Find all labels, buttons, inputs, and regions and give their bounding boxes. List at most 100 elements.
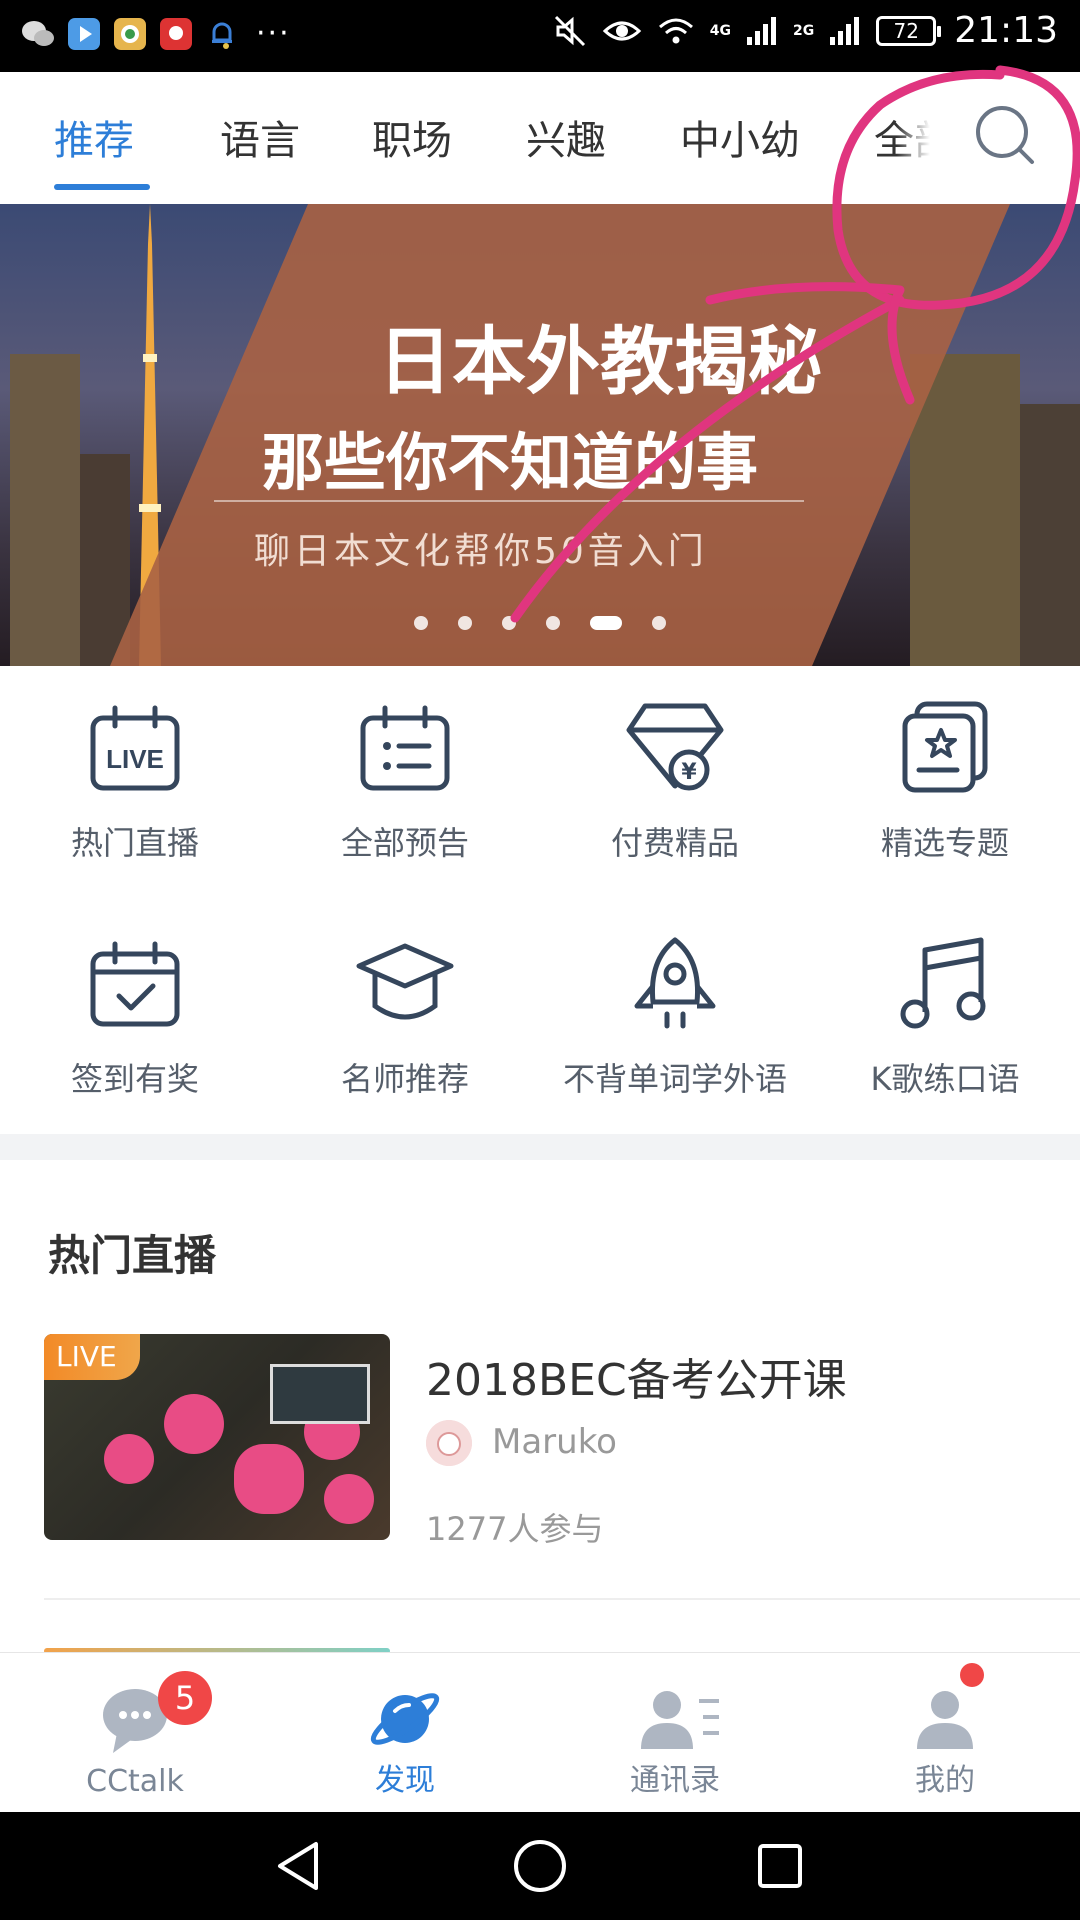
feature-label: 名师推荐 <box>340 1060 469 1098</box>
tab-recommended[interactable]: 推荐 <box>54 108 134 166</box>
feature-all-previews[interactable]: 全部预告 <box>270 700 540 864</box>
promo-banner[interactable]: 日本外教揭秘 那些你不知道的事 聊日本文化帮你50音入门 <box>0 204 1080 666</box>
music-note-icon <box>900 937 986 1029</box>
mute-icon <box>554 15 585 46</box>
feature-famous-teachers[interactable]: 名师推荐 <box>270 936 540 1100</box>
feature-label: 签到有奖 <box>70 1060 199 1098</box>
feature-label: 热门直播 <box>70 824 199 862</box>
banner-caption: 聊日本文化帮你50音入门 <box>254 531 708 572</box>
unread-badge: 5 <box>158 1671 212 1725</box>
section-title-hot-live: 热门直播 <box>48 1231 217 1280</box>
status-indicators: 4G 2G 72 21:13 <box>552 10 1058 51</box>
feature-label: K歌练口语 <box>870 1060 1020 1098</box>
carousel-dot[interactable] <box>652 616 666 630</box>
live-thumbnail[interactable]: LIVE <box>44 1334 390 1540</box>
carousel-indicator <box>0 616 1080 630</box>
schedule-icon <box>360 705 450 791</box>
carousel-dot[interactable] <box>502 616 516 630</box>
tab-language[interactable]: 语言 <box>220 108 300 166</box>
battery-indicator: 72 <box>876 15 942 46</box>
feature-label: 付费精品 <box>610 824 739 862</box>
bottom-navigation: 5 CCtalk 发现 通讯录 我的 <box>0 1652 1080 1812</box>
carousel-dot[interactable] <box>414 616 428 630</box>
notification-dot <box>960 1663 984 1687</box>
contacts-icon <box>641 1691 719 1749</box>
svg-text:LIVE: LIVE <box>106 744 164 774</box>
tab-career[interactable]: 职场 <box>372 108 452 166</box>
checkin-calendar-icon <box>90 941 180 1027</box>
live-calendar-icon: LIVE <box>90 705 180 791</box>
rocket-icon <box>634 937 716 1029</box>
signal-icon-1 <box>747 16 777 45</box>
network-2g: 2G <box>793 22 815 39</box>
profile-icon <box>917 1691 973 1749</box>
tab-all[interactable]: 全部 <box>874 108 930 166</box>
nav-label: 发现 <box>375 1763 435 1798</box>
svg-text:¥: ¥ <box>681 760 697 785</box>
video-app-icon <box>68 18 100 50</box>
screen: ··· 4G 2G 72 21:13 推荐 语言 职场 兴趣 中小幼 全 日本外… <box>0 0 1080 1920</box>
home-icon[interactable] <box>510 1836 570 1896</box>
live-badge: LIVE <box>44 1334 140 1380</box>
live-author: Maruko <box>492 1422 617 1462</box>
system-navigation-bar <box>0 1812 1080 1920</box>
feature-hot-live[interactable]: LIVE 热门直播 <box>0 700 270 864</box>
carousel-dot[interactable] <box>546 616 560 630</box>
notification-icons: ··· <box>20 16 291 52</box>
banner-divider <box>214 500 804 502</box>
nav-label: 我的 <box>915 1763 975 1798</box>
nav-discover[interactable]: 发现 <box>270 1653 540 1813</box>
feature-label: 精选专题 <box>880 824 1009 862</box>
status-bar: ··· 4G 2G 72 21:13 <box>0 0 1080 72</box>
flower <box>104 1434 154 1484</box>
feature-grid: LIVE 热门直播 全部预告 ¥ 付费精品 精选专题 签到有奖 名师推荐 不背单… <box>0 666 1080 1134</box>
wechat-icon <box>22 21 54 46</box>
category-tabs: 推荐 语言 职场 兴趣 中小幼 全部 <box>0 72 1080 204</box>
bell-app-icon <box>212 22 232 49</box>
flower <box>234 1444 304 1514</box>
feature-checkin-rewards[interactable]: 签到有奖 <box>0 936 270 1100</box>
thumbnail-sign <box>270 1364 370 1424</box>
network-4g: 4G <box>709 22 732 39</box>
live-title[interactable]: 2018BEC备考公开课 <box>426 1344 847 1408</box>
tab-interest[interactable]: 兴趣 <box>526 108 606 166</box>
feature-selected-topics[interactable]: 精选专题 <box>810 700 1080 864</box>
recents-icon[interactable] <box>750 1836 810 1896</box>
flower <box>164 1394 224 1454</box>
more-notifications: ··· <box>256 16 291 51</box>
signal-icon-2 <box>830 16 860 45</box>
nav-contacts[interactable]: 通讯录 <box>540 1653 810 1813</box>
carousel-dot[interactable] <box>458 616 472 630</box>
graduation-cap-icon <box>356 943 454 1020</box>
diamond-yen-icon: ¥ <box>626 703 724 791</box>
feature-no-memorize-words[interactable]: 不背单词学外语 <box>540 936 810 1100</box>
tab-k12[interactable]: 中小幼 <box>680 108 800 166</box>
section-divider <box>0 1134 1080 1160</box>
planet-icon <box>370 1693 440 1745</box>
nav-cctalk[interactable]: 5 CCtalk <box>0 1653 270 1813</box>
nav-label: 通讯录 <box>630 1763 720 1798</box>
card-separator <box>44 1598 1080 1600</box>
nav-me[interactable]: 我的 <box>810 1653 1080 1813</box>
avatar <box>426 1420 472 1466</box>
active-tab-indicator <box>54 184 150 190</box>
eye-icon <box>602 21 641 40</box>
feature-label: 全部预告 <box>340 824 469 862</box>
feature-karaoke-speaking[interactable]: K歌练口语 <box>810 936 1080 1100</box>
banner-title: 日本外教揭秘 <box>378 319 822 405</box>
live-card[interactable]: LIVE 2018BEC备考公开课 Maruko 1277人参与 <box>44 1334 1080 1548</box>
back-icon[interactable] <box>270 1836 330 1896</box>
browser-app-icon <box>114 18 146 50</box>
feature-label: 不背单词学外语 <box>562 1060 787 1098</box>
feature-paid-premium[interactable]: ¥ 付费精品 <box>540 700 810 864</box>
participant-count: 1277人参与 <box>426 1510 604 1548</box>
nav-label: CCtalk <box>86 1764 184 1799</box>
clock: 21:13 <box>954 10 1058 51</box>
flower <box>324 1474 374 1524</box>
huawei-app-icon <box>160 18 192 50</box>
banner-subtitle: 那些你不知道的事 <box>261 426 758 499</box>
carousel-dot-active[interactable] <box>590 616 622 630</box>
wifi-icon <box>658 18 693 43</box>
search-icon[interactable] <box>970 100 1040 170</box>
featured-topic-icon <box>902 701 988 793</box>
